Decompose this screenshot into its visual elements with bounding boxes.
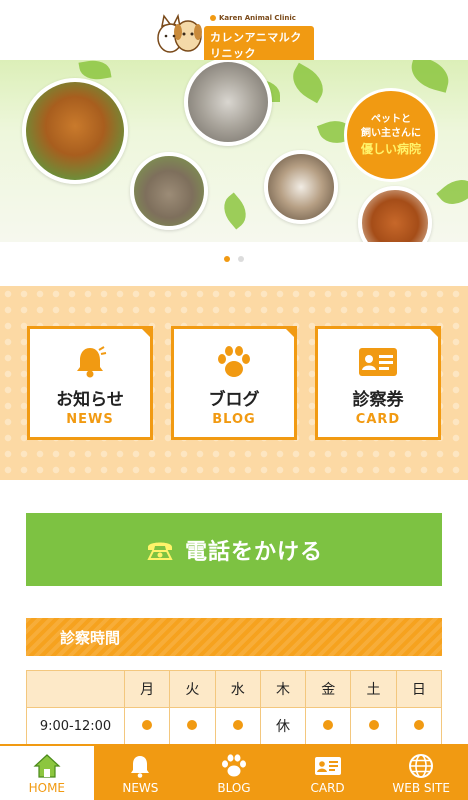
open-mark — [395, 707, 443, 745]
tile-title: 診察券 — [352, 390, 404, 410]
open-dot-icon — [323, 720, 334, 730]
nav-item-card[interactable]: CARD — [281, 744, 375, 800]
nav-label: WEB SITE — [392, 781, 450, 795]
leaf-decoration — [407, 60, 453, 93]
ferret-photo — [264, 150, 338, 224]
open-mark — [169, 707, 216, 745]
badge-line-1: ペットと — [371, 114, 411, 125]
kitten-photo — [184, 60, 272, 146]
open-mark — [123, 707, 171, 745]
paw-icon — [216, 345, 252, 379]
day-header: 火 — [169, 670, 216, 708]
day-header: 木 — [259, 670, 307, 708]
app-screen: Karen Animal Clinic カレンアニマルクリニック ペットと 飼い… — [0, 0, 468, 800]
nav-label: BLOG — [217, 781, 251, 795]
tile-subtitle: BLOG — [212, 412, 256, 427]
leaf-decoration — [436, 171, 468, 213]
nav-label: CARD — [310, 781, 345, 795]
home-icon — [33, 753, 61, 779]
poodle-photo — [358, 186, 432, 242]
hours-header-blank — [26, 670, 125, 708]
nav-label: NEWS — [122, 781, 159, 795]
dog-photo — [22, 78, 128, 184]
day-header: 土 — [350, 670, 397, 708]
tile-title: お知らせ — [56, 390, 124, 410]
open-dot-icon — [187, 720, 198, 730]
clinic-logo[interactable]: Karen Animal Clinic カレンアニマルクリニック — [154, 4, 314, 64]
slider-dot-1[interactable] — [224, 256, 230, 262]
id-card-icon — [358, 345, 398, 379]
nav-item-blog[interactable]: BLOG — [187, 744, 281, 800]
header: Karen Animal Clinic カレンアニマルクリニック — [0, 0, 468, 64]
tagline-badge: ペットと 飼い主さんに 優しい病院 — [344, 88, 438, 182]
logo-japanese-text: カレンアニマルクリニック — [204, 26, 314, 64]
open-mark — [305, 707, 352, 745]
open-dot-icon — [368, 720, 379, 730]
hours-table: 月 火 水 木 金 土 日 9:00-12:00 休 — [26, 670, 443, 745]
open-dot-icon — [232, 720, 243, 730]
nav-label: HOME — [28, 781, 65, 795]
leaf-decoration — [216, 192, 254, 230]
bell-icon — [73, 345, 107, 379]
call-button[interactable]: 電話をかける — [26, 513, 442, 586]
day-header: 月 — [123, 670, 171, 708]
slider-dot-2[interactable] — [238, 256, 244, 262]
leaf-decoration — [285, 62, 331, 104]
logo-english-text: Karen Animal Clinic — [210, 14, 296, 22]
badge-line-3: 優しい病院 — [360, 142, 421, 156]
id-card-icon — [314, 753, 342, 779]
tile-title: ブログ — [208, 390, 260, 410]
table-row: 9:00-12:00 休 — [26, 707, 443, 745]
call-button-label: 電話をかける — [184, 539, 323, 565]
hero-banner-slider[interactable]: ペットと 飼い主さんに 優しい病院 — [0, 60, 468, 242]
hours-section-title: 診察時間 — [26, 618, 442, 656]
open-mark — [214, 707, 261, 745]
badge-line-2: 飼い主さんに — [361, 128, 421, 139]
open-dot-icon — [413, 720, 424, 730]
blog-tile-button[interactable]: ブログ BLOG — [171, 326, 297, 440]
slider-pagination — [0, 256, 468, 262]
open-dot-icon — [142, 720, 153, 730]
open-mark — [350, 707, 397, 745]
day-header: 日 — [395, 670, 443, 708]
paw-icon — [220, 753, 248, 779]
pets-logo-icon — [157, 13, 202, 53]
nav-item-home[interactable]: HOME — [0, 744, 94, 800]
tile-subtitle: CARD — [355, 412, 401, 427]
menu-section: お知らせ NEWS ブログ BLOG 診察券 CARD — [0, 286, 468, 480]
closed-mark: 休 — [259, 707, 307, 745]
nav-item-news[interactable]: NEWS — [94, 744, 188, 800]
globe-icon — [407, 753, 435, 779]
bottom-nav: HOME NEWS BLOG CARD WEB SITE — [0, 744, 468, 800]
phone-icon — [147, 542, 173, 560]
hours-header-row: 月 火 水 木 金 土 日 — [26, 670, 443, 708]
card-tile-button[interactable]: 診察券 CARD — [315, 326, 441, 440]
bell-icon — [126, 753, 154, 779]
tile-subtitle: NEWS — [66, 412, 114, 427]
rabbit-photo — [130, 152, 208, 230]
day-header: 金 — [305, 670, 352, 708]
time-slot: 9:00-12:00 — [26, 707, 125, 745]
news-tile-button[interactable]: お知らせ NEWS — [27, 326, 153, 440]
nav-item-website[interactable]: WEB SITE — [374, 744, 468, 800]
day-header: 水 — [214, 670, 261, 708]
